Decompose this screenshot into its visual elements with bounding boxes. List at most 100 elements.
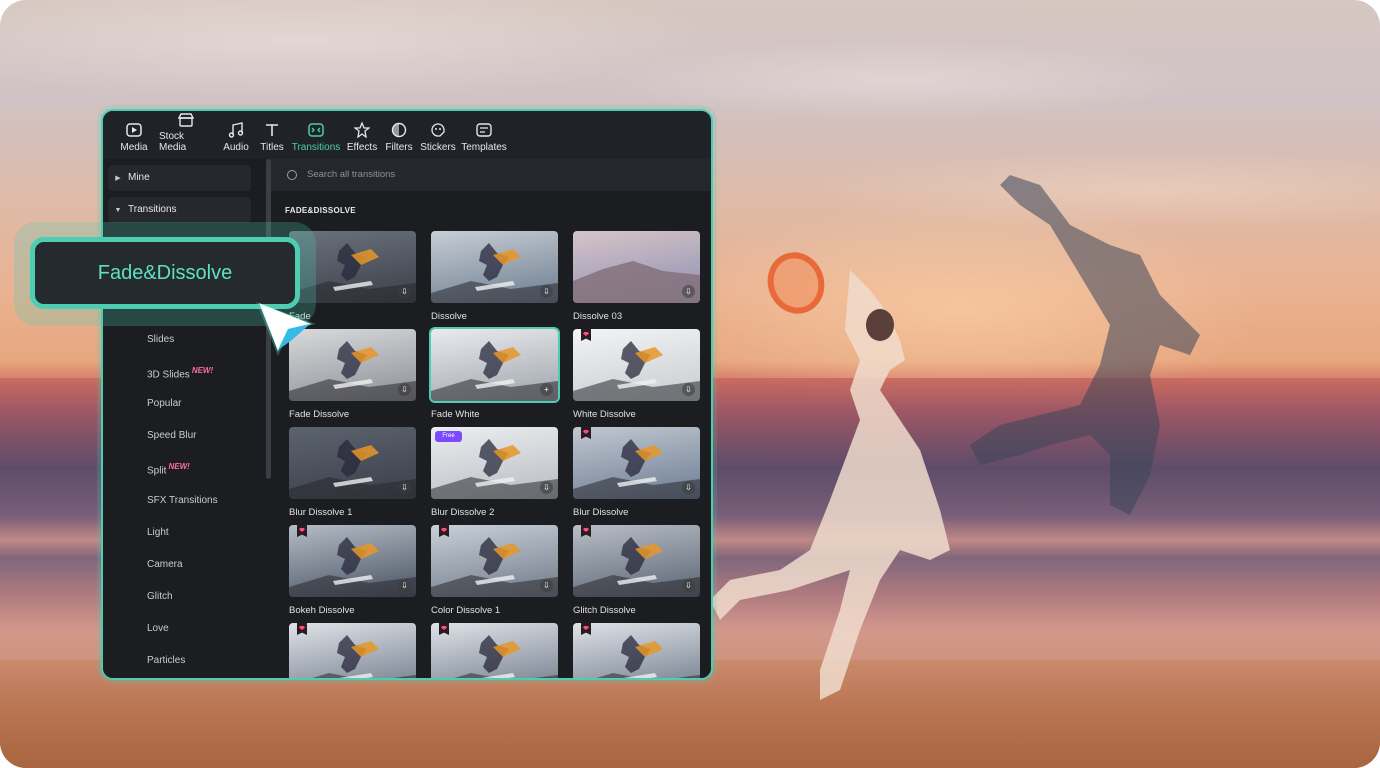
download-icon[interactable]: ⇩ (398, 481, 411, 494)
sidebar-item-light[interactable]: Light (147, 527, 169, 538)
nav-titles[interactable]: Titles (259, 111, 285, 153)
download-icon[interactable]: ⇩ (682, 579, 695, 592)
transition-card[interactable]: ⇩ Glitch Dissolve (573, 525, 700, 616)
sidebar-group-label: Mine (128, 172, 150, 183)
transition-card[interactable]: ⇩ Blur Dissolve (573, 427, 700, 518)
nav-filters[interactable]: Filters (385, 111, 413, 153)
sidebar-group-transitions[interactable]: ▼ Transitions (108, 197, 251, 223)
transition-card[interactable]: ⇩ (573, 623, 700, 678)
transition-card[interactable]: + Fade White (429, 327, 560, 420)
transitions-icon (307, 121, 325, 139)
sidebar-item-split[interactable]: Split NEW! (147, 462, 190, 476)
sidebar-item-sfx-transitions[interactable]: SFX Transitions (147, 495, 218, 506)
snowboarder-image (289, 439, 416, 499)
sidebar-item-particles[interactable]: Particles (147, 655, 185, 666)
sidebar-item-popular[interactable]: Popular (147, 398, 181, 409)
transition-card[interactable]: ⇩ (289, 623, 416, 678)
snowboarder-image (573, 341, 700, 401)
filters-icon (390, 121, 408, 139)
transition-thumbnail[interactable]: ⇩ (289, 525, 416, 597)
transition-card[interactable]: ⇩ Bokeh Dissolve (289, 525, 416, 616)
transition-thumbnail[interactable]: ⇩ (289, 427, 416, 499)
nav-stickers[interactable]: Stickers (420, 111, 456, 153)
section-title: FADE&DISSOLVE (285, 206, 356, 215)
sidebar-item-label: Slides (147, 334, 175, 345)
add-icon[interactable]: + (540, 383, 553, 396)
nav-media[interactable]: Media (117, 111, 151, 153)
transition-label: Blur Dissolve 2 (431, 507, 495, 518)
transition-label: Dissolve (431, 311, 467, 322)
download-icon[interactable]: ⇩ (540, 285, 553, 298)
transition-thumbnail[interactable]: ⇩ (431, 623, 558, 678)
transition-card[interactable]: ⇩ Dissolve (431, 231, 558, 322)
sidebar-item-label: Love (147, 623, 169, 634)
sidebar-item-glitch[interactable]: Glitch (147, 591, 173, 602)
sidebar-item-love[interactable]: Love (147, 623, 169, 634)
nav-transitions[interactable]: Transitions (291, 111, 341, 153)
caret-right-icon: ▶ (115, 175, 121, 182)
transition-gallery: Search all transitions FADE&DISSOLVE ⇩ Fa… (271, 159, 711, 678)
transition-thumbnail[interactable]: ⇩ (573, 525, 700, 597)
sidebar-group-mine[interactable]: ▶ Mine (108, 165, 251, 191)
nav-label: Titles (260, 142, 284, 153)
nav-audio[interactable]: Audio (221, 111, 251, 153)
transition-label: White Dissolve (573, 409, 636, 420)
snowboarder-image (596, 635, 700, 678)
transition-thumbnail[interactable]: ⇩ (573, 623, 700, 678)
transition-card[interactable]: ⇩ White Dissolve (573, 329, 700, 420)
stickers-icon (429, 121, 447, 139)
nav-templates[interactable]: Templates (461, 111, 507, 153)
sidebar-item-label: Split (147, 465, 167, 477)
stock-media-icon (177, 111, 195, 128)
download-icon[interactable]: ⇩ (540, 579, 553, 592)
caret-down-icon: ▼ (114, 207, 122, 214)
new-badge: NEW! (191, 366, 214, 375)
transition-card[interactable]: ⇩ (431, 623, 558, 678)
sidebar-item-camera[interactable]: Camera (147, 559, 183, 570)
snowboarder-image (289, 537, 416, 597)
download-icon[interactable]: ⇩ (398, 383, 411, 396)
download-icon[interactable]: ⇩ (682, 285, 695, 298)
sidebar-item-label: Light (147, 527, 169, 538)
nav-stock-media[interactable]: Stock Media (159, 111, 213, 153)
search-input[interactable]: Search all transitions (271, 159, 711, 191)
sidebar-item-label: SFX Transitions (147, 495, 218, 506)
download-icon[interactable]: ⇩ (398, 285, 411, 298)
category-callout: Fade&Dissolve (30, 237, 300, 309)
nav-effects[interactable]: Effects (347, 111, 377, 153)
download-icon[interactable]: ⇩ (682, 383, 695, 396)
transition-card[interactable]: Free ⇩ Blur Dissolve 2 (431, 427, 558, 518)
download-icon[interactable]: ⇩ (540, 481, 553, 494)
nav-label: Templates (461, 142, 507, 153)
transitions-panel: Media Stock Media Audio Titles Transitio… (101, 109, 713, 680)
transition-card[interactable]: ⇩ Dissolve 03 (573, 231, 700, 322)
free-badge: Free (435, 431, 462, 442)
transition-label: Glitch Dissolve (573, 605, 636, 616)
sidebar-item-label: 3D Slides (147, 369, 190, 381)
transition-card[interactable]: ⇩ Color Dissolve 1 (431, 525, 558, 616)
transition-card[interactable]: ⇩ Blur Dissolve 1 (289, 427, 416, 518)
sidebar-item-speed-blur[interactable]: Speed Blur (147, 430, 196, 441)
download-icon[interactable]: ⇩ (398, 579, 411, 592)
transition-label: Bokeh Dissolve (289, 605, 355, 616)
transition-thumbnail[interactable]: ⇩ (431, 231, 558, 303)
nav-label: Transitions (291, 142, 341, 153)
mountain-image (573, 261, 700, 303)
transition-thumbnail[interactable]: + (429, 327, 560, 403)
transition-label: Color Dissolve 1 (431, 605, 501, 616)
transition-thumbnail[interactable]: ⇩ (289, 623, 416, 678)
transition-thumbnail[interactable]: ⇩ (573, 231, 700, 303)
transition-thumbnail[interactable]: ⇩ (431, 525, 558, 597)
sidebar-item-3d-slides[interactable]: 3D Slides NEW! (147, 366, 213, 380)
sidebar-item-slides[interactable]: Slides (147, 334, 174, 345)
download-icon[interactable]: ⇩ (682, 481, 695, 494)
snowboarder-image (431, 243, 558, 303)
titles-icon (263, 121, 281, 139)
transition-thumbnail[interactable]: ⇩ (573, 329, 700, 401)
snowboarder-image (573, 439, 700, 499)
transition-label: Blur Dissolve 1 (289, 507, 353, 518)
transition-label: Blur Dissolve (573, 507, 629, 518)
transition-thumbnail[interactable]: Free ⇩ (431, 427, 558, 499)
snowboarder-image (431, 341, 558, 401)
transition-thumbnail[interactable]: ⇩ (573, 427, 700, 499)
